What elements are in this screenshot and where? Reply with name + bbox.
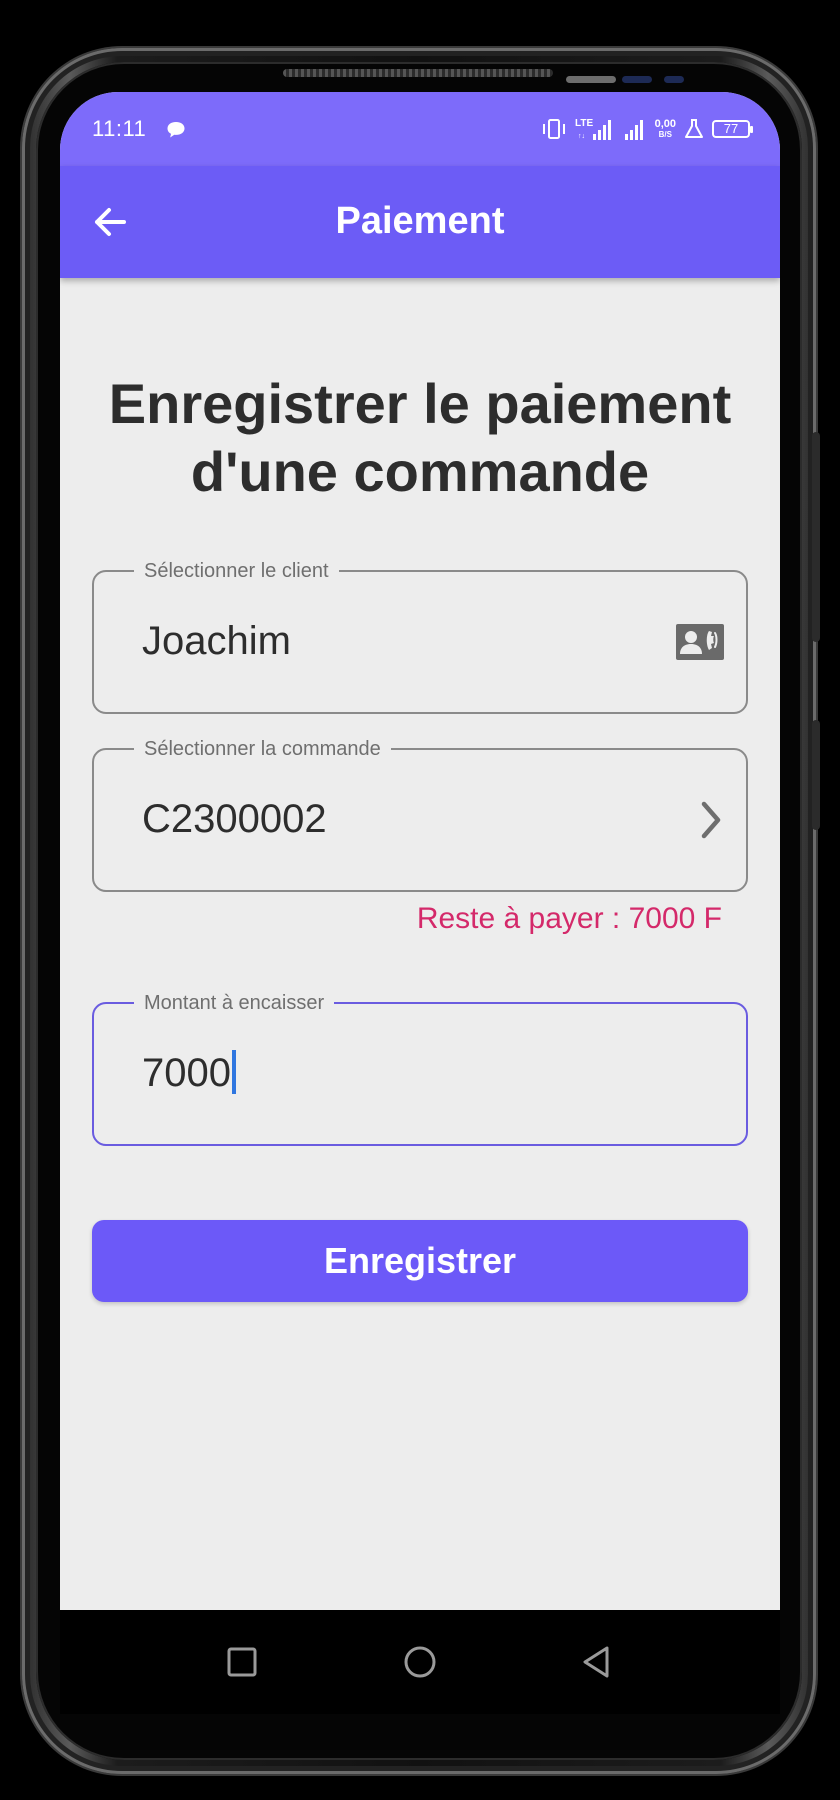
vibrate-icon [542, 119, 565, 139]
text-caret [231, 1050, 236, 1094]
order-select-field[interactable]: Sélectionner la commande C2300002 [92, 738, 748, 892]
flask-icon [685, 119, 703, 138]
triangle-back-icon [583, 1646, 609, 1678]
contact-phone-icon[interactable] [676, 622, 724, 662]
form-heading: Enregistrer le paiement d'une commande [90, 370, 750, 506]
client-select-field[interactable]: Sélectionner le client Joachim [92, 560, 748, 714]
status-icons: LTE ↑↓ 0,00 B/S 77 [541, 114, 753, 144]
light-sensor [622, 76, 652, 83]
remaining-to-pay: Reste à payer : 7000 F [416, 902, 722, 935]
proximity-sensor [566, 76, 616, 83]
status-time: 11:11 [92, 116, 147, 141]
earpiece-speaker [283, 69, 553, 77]
lte-signal-icon: LTE ↑↓ [575, 118, 611, 140]
status-bar: 11:11 LTE ↑↓ 0,00 B/S 77 [60, 92, 780, 166]
chevron-right-icon[interactable] [684, 800, 732, 840]
app-bar: Paiement [60, 166, 780, 278]
svg-text:LTE: LTE [575, 118, 593, 129]
power-button [812, 720, 820, 830]
order-field-label: Sélectionner la commande [134, 738, 391, 760]
order-field-value: C2300002 [142, 797, 327, 841]
screen: 11:11 LTE ↑↓ 0,00 B/S 77 Paiement Enregi… [60, 92, 780, 1612]
client-field-value: Joachim [142, 619, 291, 663]
volume-button [812, 432, 820, 642]
page-title: Paiement [335, 200, 505, 242]
battery-icon: 77 [712, 120, 753, 138]
system-nav-bar [60, 1610, 780, 1714]
amount-field-label: Montant à encaisser [134, 992, 335, 1014]
signal-icon [624, 120, 643, 140]
chat-bubble-icon [167, 122, 185, 138]
network-speed: 0,00 B/S [654, 118, 676, 140]
amount-input-field[interactable]: Montant à encaisser 7000 [92, 992, 748, 1146]
light-sensor-secondary [664, 76, 684, 83]
heading-line-1: Enregistrer le paiement [108, 372, 732, 435]
amount-input-value[interactable]: 7000 [142, 1050, 236, 1096]
client-field-label: Sélectionner le client [134, 560, 339, 582]
circle-icon [404, 1646, 436, 1678]
nav-back-button[interactable] [572, 1638, 620, 1686]
heading-line-2: d'une commande [190, 440, 650, 503]
save-button[interactable]: Enregistrer [92, 1220, 748, 1302]
recents-button[interactable] [218, 1638, 266, 1686]
home-button[interactable] [396, 1638, 444, 1686]
square-icon [227, 1647, 257, 1677]
svg-text:↑↓: ↑↓ [578, 133, 585, 140]
